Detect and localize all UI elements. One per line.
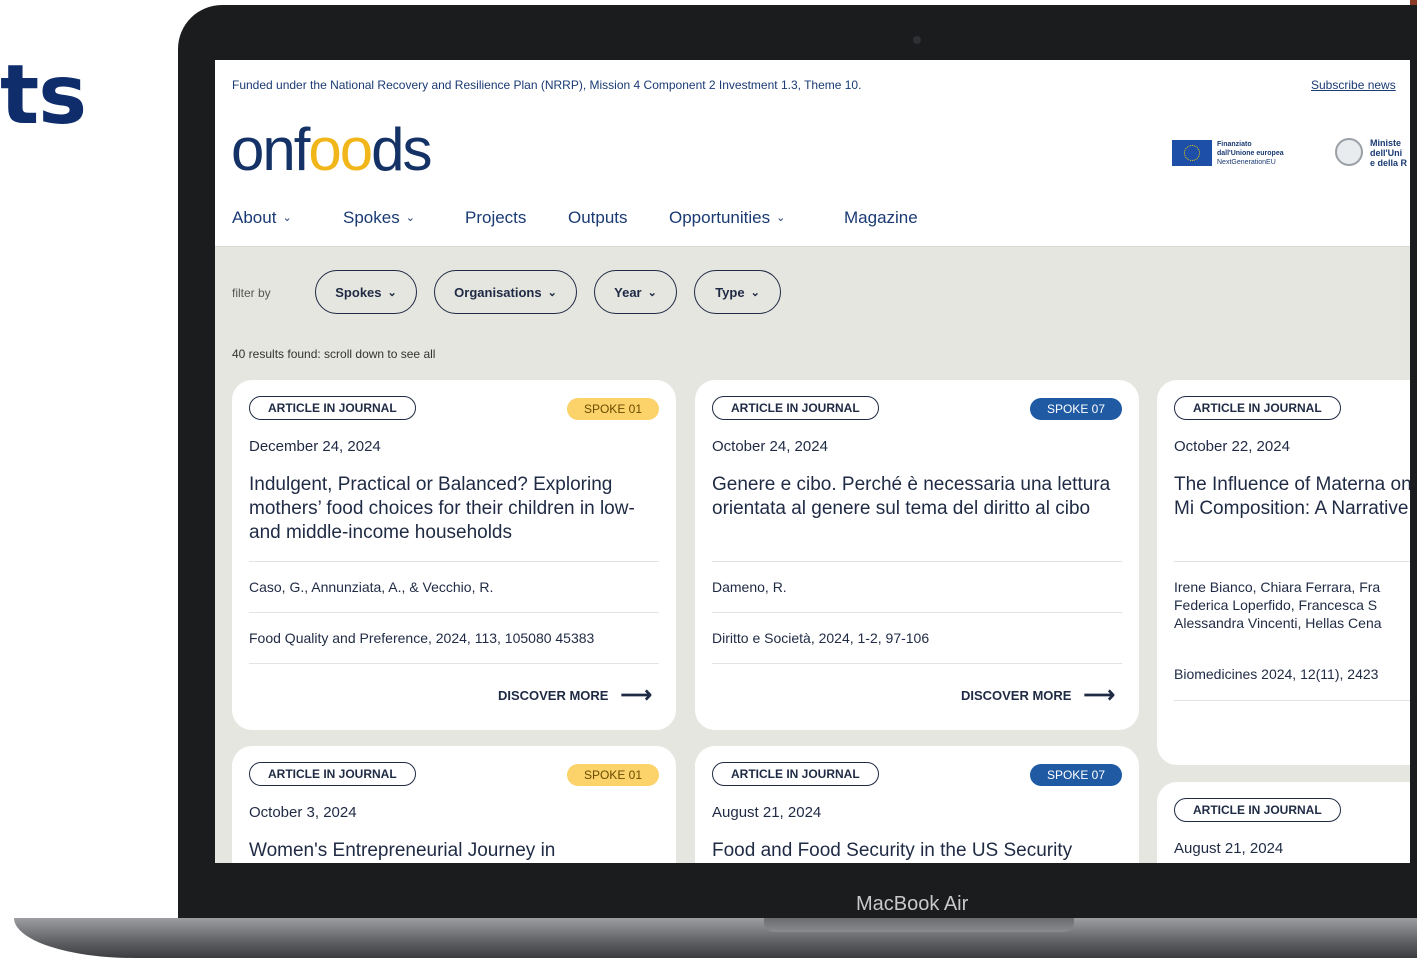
device-label: MacBook Air <box>856 893 969 915</box>
ministry-logo: Ministe dell'Uni e della R <box>1370 138 1408 168</box>
publication-title[interactable]: Women's Entrepreneurial Journey in <box>249 839 664 863</box>
publication-type-tag: ARTICLE IN JOURNAL <box>249 396 416 420</box>
chevron-down-icon: ⌄ <box>750 286 760 299</box>
publication-type-tag: ARTICLE IN JOURNAL <box>712 762 879 786</box>
divider <box>249 663 659 664</box>
divider <box>1174 700 1410 701</box>
nav-about[interactable]: About ⌄ <box>232 208 292 228</box>
publication-authors: Caso, G., Annunziata, A., & Vecchio, R. <box>249 579 494 595</box>
arrow-right-icon: ⟶ <box>1083 682 1115 707</box>
divider <box>712 663 1122 664</box>
filter-type[interactable]: Type ⌄ <box>694 270 781 314</box>
chevron-down-icon: ⌄ <box>647 286 657 299</box>
chevron-down-icon: ⌄ <box>282 212 292 224</box>
nav-spokes[interactable]: Spokes ⌄ <box>343 208 415 228</box>
publication-authors: Dameno, R. <box>712 579 787 595</box>
publication-card[interactable]: ARTICLE IN JOURNAL SPOKE 07 August 21, 2… <box>695 746 1139 863</box>
laptop-hinge <box>764 918 1074 932</box>
spoke-badge: SPOKE 07 <box>1029 764 1122 786</box>
publication-source: Diritto e Società, 2024, 1-2, 97-106 <box>712 630 930 646</box>
laptop-screen: Funded under the National Recovery and R… <box>215 60 1410 863</box>
divider <box>249 612 659 613</box>
funding-text: Funded under the National Recovery and R… <box>232 78 862 92</box>
chevron-down-icon: ⌄ <box>776 212 786 224</box>
nav-projects[interactable]: Projects <box>465 208 526 228</box>
publication-card[interactable]: ARTICLE IN JOURNAL SPOKE 07 October 24, … <box>695 380 1139 730</box>
nav-magazine[interactable]: Magazine <box>844 208 918 228</box>
arrow-right-icon: ⟶ <box>620 682 652 707</box>
eu-funding-logo: Finanziato dall'Unione europea NextGener… <box>1217 141 1284 166</box>
ministry-seal-icon <box>1335 138 1363 166</box>
results-count: 40 results found: scroll down to see all <box>232 347 436 361</box>
eu-flag-icon <box>1172 140 1212 166</box>
publication-card[interactable]: ARTICLE IN JOURNAL October 22, 2024 The … <box>1157 380 1410 765</box>
publication-authors: Irene Bianco, Chiara Ferrara, Fra Federi… <box>1174 579 1382 631</box>
chevron-down-icon: ⌄ <box>387 286 397 299</box>
slide-title-fragment: ts <box>0 48 87 143</box>
publication-card[interactable]: ARTICLE IN JOURNAL August 21, 2024 <box>1157 782 1410 863</box>
filter-spokes[interactable]: Spokes ⌄ <box>315 270 417 314</box>
logo-accent: oo <box>308 116 373 183</box>
chevron-down-icon: ⌄ <box>405 212 415 224</box>
spoke-badge: SPOKE 01 <box>566 764 659 786</box>
spoke-badge: SPOKE 01 <box>566 398 659 420</box>
publication-title[interactable]: Genere e cibo. Perché è necessaria una l… <box>712 473 1127 521</box>
publication-type-tag: ARTICLE IN JOURNAL <box>1174 798 1341 822</box>
discover-more-link[interactable]: DISCOVER MORE ⟶ <box>498 684 652 706</box>
nav-opportunities[interactable]: Opportunities ⌄ <box>669 208 785 228</box>
publication-source: Food Quality and Preference, 2024, 113, … <box>249 630 595 646</box>
funding-bar: Funded under the National Recovery and R… <box>215 60 1410 113</box>
discover-more-link[interactable]: DISCOVER MORE ⟶ <box>961 684 1115 706</box>
publication-source: Biomedicines 2024, 12(11), 2423 <box>1174 666 1379 682</box>
publication-date: August 21, 2024 <box>1174 840 1284 857</box>
filter-label: filter by <box>232 286 271 300</box>
chevron-down-icon: ⌄ <box>547 286 557 299</box>
spoke-badge: SPOKE 07 <box>1029 398 1122 420</box>
subscribe-link[interactable]: Subscribe news <box>1311 78 1396 92</box>
publication-date: August 21, 2024 <box>712 804 822 821</box>
onfoods-logo[interactable]: onfoods <box>231 120 433 180</box>
divider <box>249 561 659 562</box>
publication-card[interactable]: ARTICLE IN JOURNAL SPOKE 01 December 24,… <box>232 380 676 730</box>
publication-title[interactable]: Food and Food Security in the US Securit… <box>712 839 1127 863</box>
publication-type-tag: ARTICLE IN JOURNAL <box>249 762 416 786</box>
filter-year[interactable]: Year ⌄ <box>594 270 677 314</box>
publication-date: October 22, 2024 <box>1174 438 1290 455</box>
divider <box>1174 561 1410 562</box>
laptop-base <box>14 918 1417 958</box>
publication-type-tag: ARTICLE IN JOURNAL <box>1174 396 1341 420</box>
publication-card[interactable]: ARTICLE IN JOURNAL SPOKE 01 October 3, 2… <box>232 746 676 863</box>
divider <box>712 612 1122 613</box>
publication-title[interactable]: The Influence of Materna on Human Breast… <box>1174 473 1410 521</box>
publication-date: December 24, 2024 <box>249 438 381 455</box>
filter-organisations[interactable]: Organisations ⌄ <box>434 270 577 314</box>
webcam-icon <box>913 36 921 44</box>
publication-date: October 24, 2024 <box>712 438 828 455</box>
publication-type-tag: ARTICLE IN JOURNAL <box>712 396 879 420</box>
publication-date: October 3, 2024 <box>249 804 357 821</box>
nav-outputs[interactable]: Outputs <box>568 208 628 228</box>
site-header: onfoods Finanziato dall'Unione europea N… <box>215 112 1410 247</box>
publication-title[interactable]: Indulgent, Practical or Balanced? Explor… <box>249 473 664 545</box>
divider <box>712 561 1122 562</box>
